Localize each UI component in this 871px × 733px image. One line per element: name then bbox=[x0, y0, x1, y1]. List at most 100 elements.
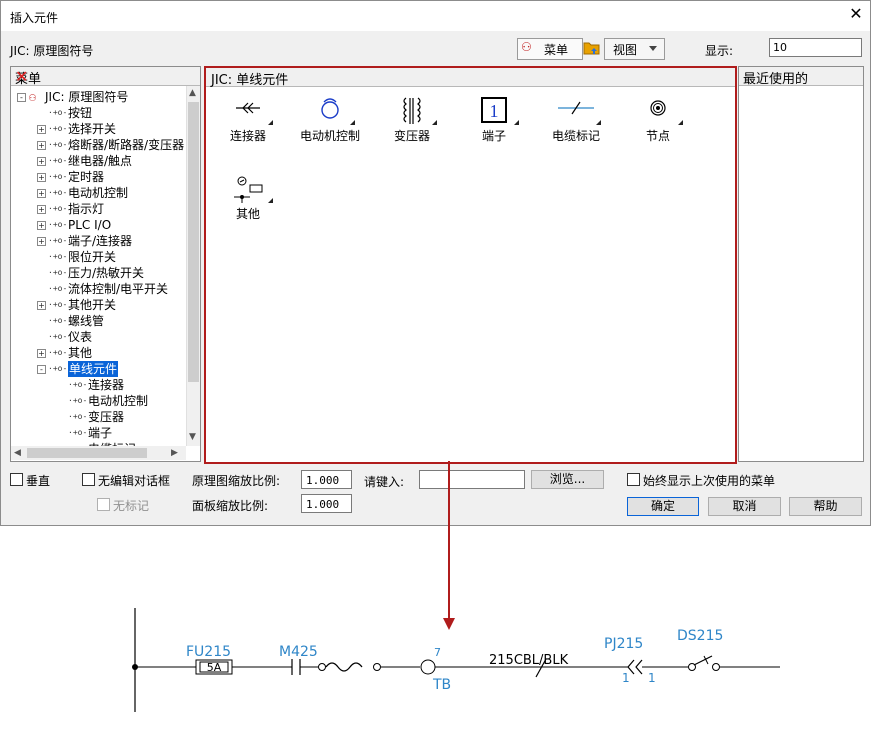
scroll-up-icon[interactable]: ▲ bbox=[189, 88, 196, 98]
component-label: 连接器 bbox=[229, 129, 266, 143]
component-node[interactable]: 节点 bbox=[616, 90, 700, 160]
fuse-tag: FU215 bbox=[186, 644, 231, 660]
component-label: 电缆标记 bbox=[551, 129, 600, 143]
insert-component-dialog: 插入元件 ✕ JIC: 原理图符号 ⚇ 菜单 视图 显示: 菜单 ✕ -⚇JIC… bbox=[0, 0, 871, 526]
tree-node-label: 仪表 bbox=[68, 330, 93, 344]
tree-node[interactable]: ·+o- 端子 bbox=[11, 425, 186, 441]
tree-node-label: 按钮 bbox=[68, 106, 93, 120]
help-button[interactable]: 帮助 bbox=[789, 497, 862, 516]
component-connector[interactable]: 连接器 bbox=[206, 90, 290, 160]
expand-icon[interactable]: + bbox=[37, 301, 46, 310]
chevron-down-icon bbox=[649, 46, 657, 51]
expand-icon[interactable]: + bbox=[37, 205, 46, 214]
expand-icon[interactable]: + bbox=[37, 221, 46, 230]
tree-node[interactable]: ·+o- 仪表 bbox=[11, 329, 186, 345]
scroll-left-icon[interactable]: ◀ bbox=[14, 448, 21, 458]
component-icon: ·+o- bbox=[48, 332, 68, 341]
recent-panel-title: 最近使用的 bbox=[743, 72, 809, 87]
menu-button[interactable]: ⚇ 菜单 bbox=[517, 38, 583, 60]
component-terminal[interactable]: 1 端子 bbox=[452, 90, 536, 160]
display-count-input[interactable] bbox=[769, 38, 862, 57]
always-show-last-checkbox[interactable] bbox=[627, 473, 640, 486]
tree-node[interactable]: ·+o- 限位开关 bbox=[11, 249, 186, 265]
expand-icon[interactable]: + bbox=[37, 349, 46, 358]
recent-panel-header: 最近使用的 bbox=[739, 67, 863, 87]
close-menu-icon[interactable]: ✕ bbox=[15, 67, 196, 86]
vertical-scrollbar[interactable]: ▲ ▼ bbox=[186, 86, 200, 446]
tree-node[interactable]: + ·+o- 电动机控制 bbox=[11, 185, 186, 201]
tree-node[interactable]: ·+o- 按钮 bbox=[11, 105, 186, 121]
tree-node[interactable]: - ⚇ JIC: 原理图符号 bbox=[11, 89, 186, 105]
tree-node[interactable]: ·+o- 螺线管 bbox=[11, 313, 186, 329]
tree-node[interactable]: ·+o- 变压器 bbox=[11, 409, 186, 425]
tree-node[interactable]: + ·+o- 指示灯 bbox=[11, 201, 186, 217]
component-icon: ·+o- bbox=[48, 268, 68, 277]
component-icon: ·+o- bbox=[48, 188, 68, 197]
recently-used-panel: 最近使用的 bbox=[738, 66, 864, 462]
expand-icon[interactable]: + bbox=[37, 189, 46, 198]
component-icon: ·+o- bbox=[48, 284, 68, 293]
menu-tree-panel: 菜单 ✕ - ⚇ JIC: 原理图符号 ·+o- 按钮 + ·+o- 选择开关 + ·+o- 熔断器… bbox=[10, 66, 201, 462]
tree-node[interactable]: + ·+o- 熔断器/断路器/变压器 bbox=[11, 137, 186, 153]
horizontal-scrollbar[interactable]: ◀ ▶ bbox=[11, 446, 186, 460]
motor-control-icon bbox=[321, 98, 339, 119]
tree-node[interactable]: + ·+o- PLC I/O bbox=[11, 217, 186, 233]
component-label: 变压器 bbox=[393, 129, 430, 143]
fuse-rating: 5A bbox=[207, 661, 222, 674]
vertical-checkbox[interactable] bbox=[10, 473, 23, 486]
component-other[interactable]: 其他 bbox=[206, 168, 290, 238]
enter-block-input[interactable] bbox=[419, 470, 525, 489]
collapse-icon[interactable]: - bbox=[17, 93, 26, 102]
terminal-glyph: 1 bbox=[490, 101, 499, 121]
menu-panel-header: 菜单 ✕ bbox=[11, 67, 200, 87]
tree-node[interactable]: + ·+o- 端子/连接器 bbox=[11, 233, 186, 249]
component-icon: ·+o- bbox=[68, 396, 88, 405]
expand-icon[interactable]: + bbox=[37, 173, 46, 182]
tree-node[interactable]: + ·+o- 其他 bbox=[11, 345, 186, 361]
tree-node[interactable]: + ·+o- 定时器 bbox=[11, 169, 186, 185]
folder-up-icon[interactable] bbox=[583, 39, 600, 56]
tree-node[interactable]: + ·+o- 继电器/触点 bbox=[11, 153, 186, 169]
ok-button[interactable]: 确定 bbox=[627, 497, 699, 516]
cancel-button[interactable]: 取消 bbox=[708, 497, 781, 516]
expand-icon[interactable]: + bbox=[37, 157, 46, 166]
view-dropdown-label: 视图 bbox=[613, 43, 638, 57]
symbol-library-icon: ⚇ bbox=[521, 40, 532, 54]
tree-node[interactable]: ·+o- 电动机控制 bbox=[11, 393, 186, 409]
tree-node-label: 继电器/触点 bbox=[68, 154, 133, 168]
component-cable-marker[interactable]: 电缆标记 bbox=[534, 90, 618, 160]
no-tag-label: 无标记 bbox=[113, 499, 150, 513]
display-label: 显示: bbox=[705, 44, 734, 58]
submenu-indicator-icon bbox=[596, 120, 601, 125]
scroll-thumb[interactable] bbox=[188, 102, 199, 382]
tree-node[interactable]: - ·+o- 单线元件 bbox=[11, 361, 186, 377]
close-icon[interactable]: ✕ bbox=[847, 5, 865, 23]
tree-node[interactable]: ·+o- 连接器 bbox=[11, 377, 186, 393]
view-dropdown[interactable]: 视图 bbox=[604, 38, 665, 60]
tree-node[interactable]: ·+o- 压力/热敏开关 bbox=[11, 265, 186, 281]
component-transformer[interactable]: 变压器 bbox=[370, 90, 454, 160]
component-icon: ·+o- bbox=[48, 124, 68, 133]
tree-node[interactable]: ·+o- 流体控制/电平开关 bbox=[11, 281, 186, 297]
expand-icon[interactable]: + bbox=[37, 125, 46, 134]
expand-icon[interactable]: + bbox=[37, 141, 46, 150]
browse-button[interactable]: 浏览... bbox=[531, 470, 604, 489]
motor-tag: M425 bbox=[279, 644, 318, 660]
tree-node[interactable]: + ·+o- 选择开关 bbox=[11, 121, 186, 137]
expand-icon[interactable]: + bbox=[37, 237, 46, 246]
tree-node[interactable]: + ·+o- 其他开关 bbox=[11, 297, 186, 313]
title-bar: 插入元件 ✕ bbox=[1, 1, 870, 31]
enter-label: 请键入: bbox=[364, 475, 405, 489]
schematic-scale-input[interactable] bbox=[301, 470, 352, 489]
panel-scale-input[interactable] bbox=[301, 494, 352, 513]
scroll-down-icon[interactable]: ▼ bbox=[189, 432, 196, 442]
component-label: 端子 bbox=[481, 129, 506, 143]
menu-tree: - ⚇ JIC: 原理图符号 ·+o- 按钮 + ·+o- 选择开关 + ·+o- 熔断器/断路器/… bbox=[11, 86, 186, 446]
scroll-thumb[interactable] bbox=[27, 448, 147, 458]
connector-tag: PJ215 bbox=[604, 636, 643, 652]
tree-node-label: 单线元件 bbox=[68, 361, 119, 377]
component-motor-control[interactable]: 电动机控制 bbox=[288, 90, 372, 160]
no-edit-dialog-checkbox[interactable] bbox=[82, 473, 95, 486]
collapse-icon[interactable]: - bbox=[37, 365, 46, 374]
scroll-right-icon[interactable]: ▶ bbox=[171, 448, 178, 458]
